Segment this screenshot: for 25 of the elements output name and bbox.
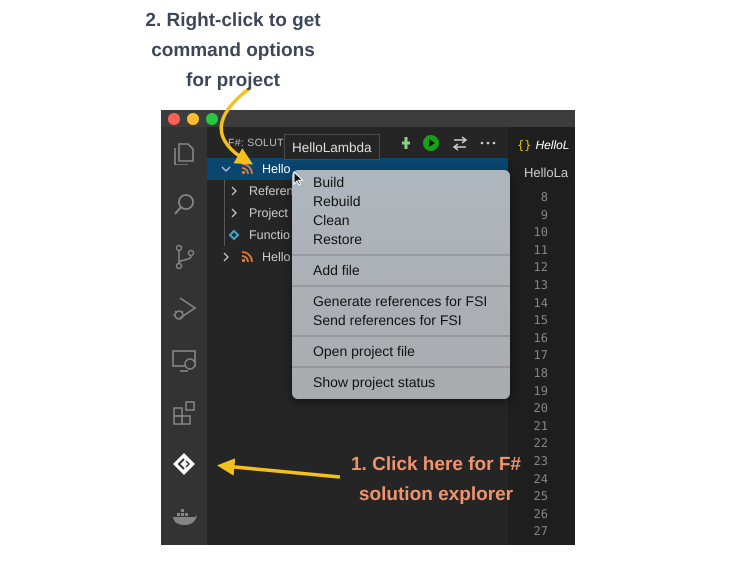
tooltip: HelloLambda xyxy=(284,134,380,160)
line-number: 10 xyxy=(534,224,548,242)
line-number: 27 xyxy=(534,523,548,540)
line-number: 13 xyxy=(534,276,548,294)
braces-icon: {} xyxy=(517,138,532,152)
line-number: 17 xyxy=(534,347,548,364)
line-number: 20 xyxy=(534,400,548,418)
line-number: 21 xyxy=(534,418,548,435)
line-number: 25 xyxy=(534,488,548,506)
line-number: 9 xyxy=(540,206,548,224)
line-number: 16 xyxy=(534,330,548,347)
line-number: 24 xyxy=(534,470,548,488)
line-number: 14 xyxy=(534,294,548,312)
line-number: 22 xyxy=(534,435,548,452)
sidebar-title: F#: SOLUT xyxy=(228,136,284,148)
annotation-text: 1. Click here for F# solution explorer xyxy=(350,453,522,507)
line-number: 11 xyxy=(534,242,548,259)
line-number: 26 xyxy=(534,506,548,523)
line-number: 23 xyxy=(534,452,548,470)
line-number: 8 xyxy=(540,189,548,206)
line-number: 12 xyxy=(534,259,548,276)
annotation-text: 2. Right-click to get command options for project xyxy=(144,9,322,93)
line-number: 15 xyxy=(534,312,548,330)
line-number: 19 xyxy=(534,382,548,400)
line-number: 18 xyxy=(534,364,548,382)
